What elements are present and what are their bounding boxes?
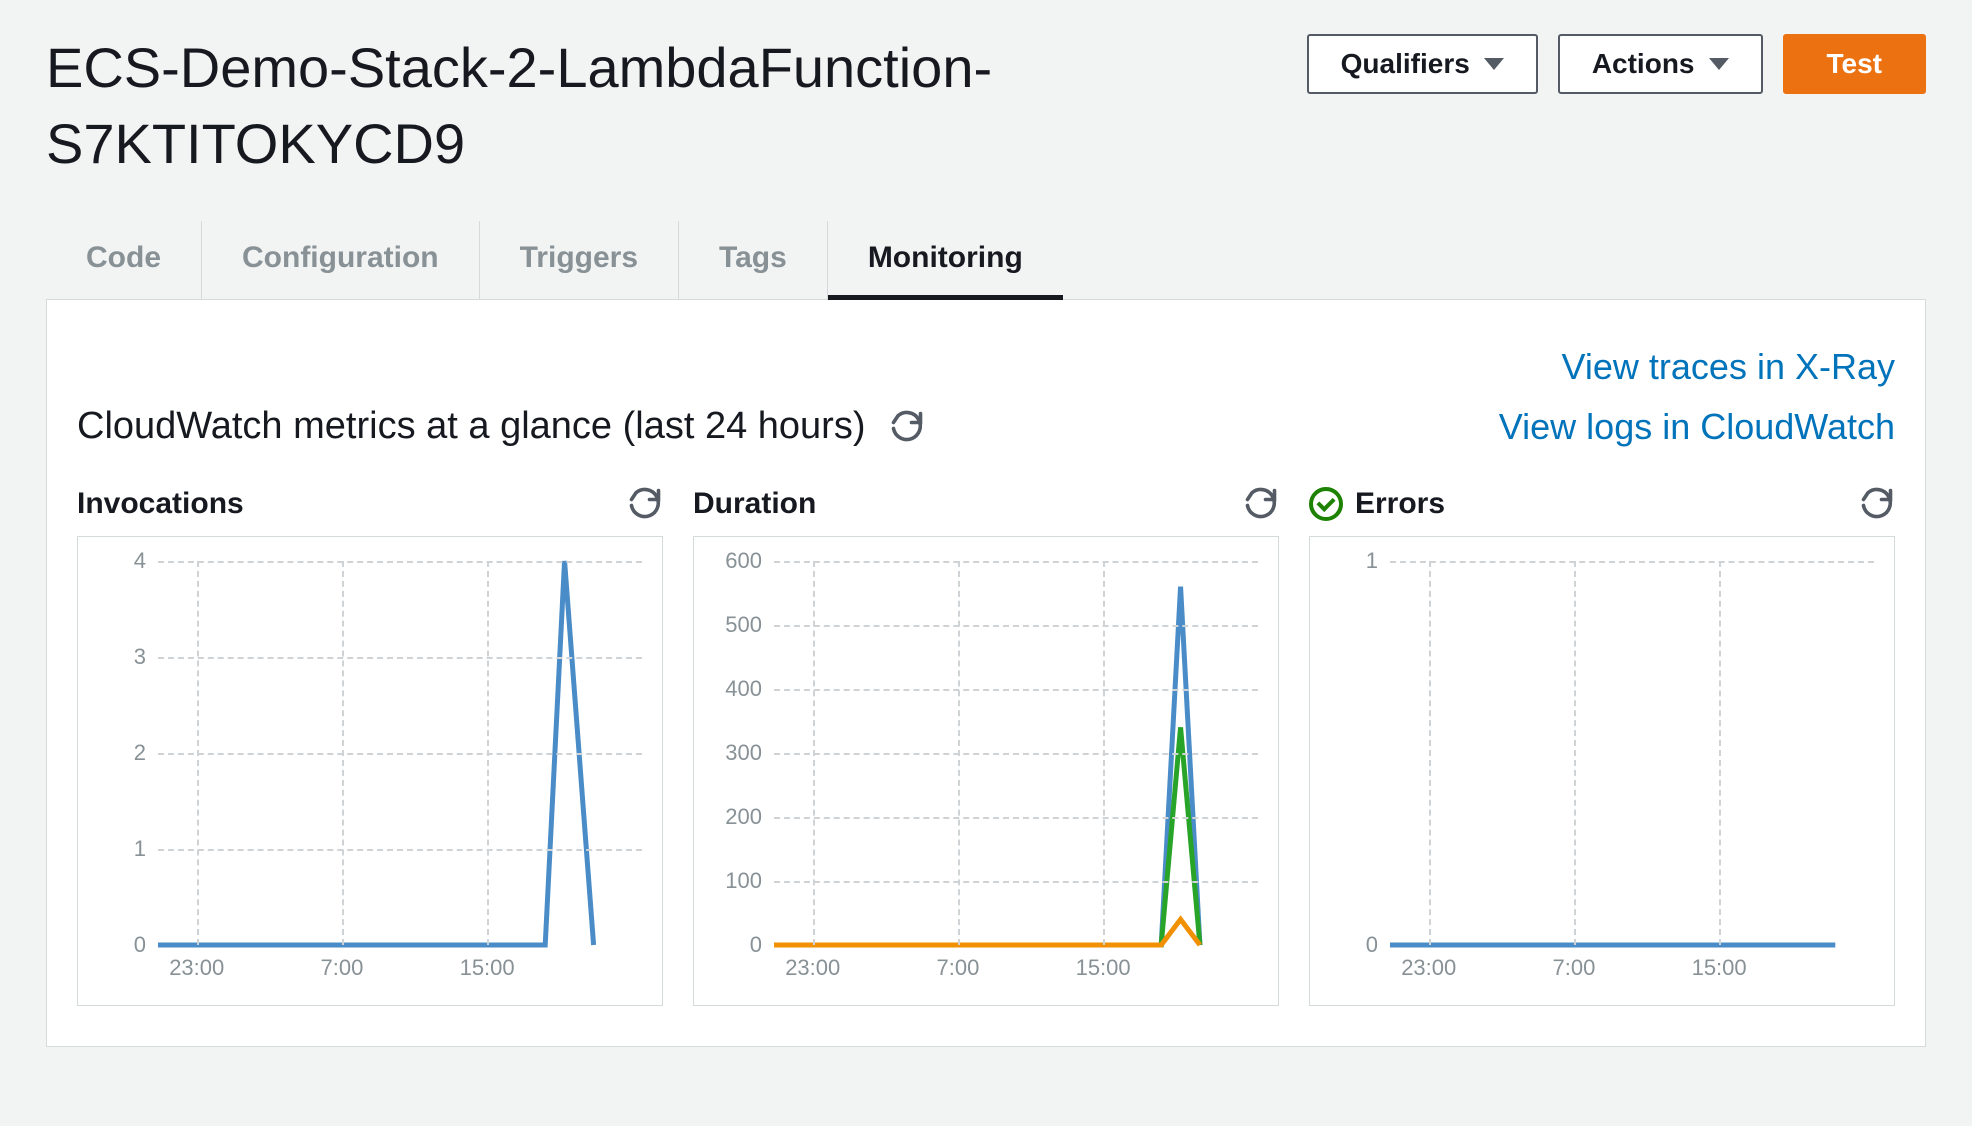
chart-title: Invocations — [77, 487, 244, 521]
y-tick: 0 — [134, 932, 146, 958]
x-tick: 23:00 — [785, 955, 840, 981]
tabs: CodeConfigurationTriggersTagsMonitoring — [46, 221, 1926, 300]
y-tick: 4 — [134, 548, 146, 574]
x-tick: 15:00 — [1076, 955, 1131, 981]
test-label: Test — [1827, 48, 1883, 80]
header-actions: Qualifiers Actions Test — [1307, 30, 1926, 94]
qualifiers-label: Qualifiers — [1341, 48, 1470, 80]
series-max — [774, 587, 1200, 945]
caret-down-icon — [1709, 58, 1729, 70]
y-tick: 3 — [134, 644, 146, 670]
x-tick: 23:00 — [169, 955, 224, 981]
x-tick: 7:00 — [1552, 955, 1595, 981]
xray-link[interactable]: View traces in X-Ray — [1562, 346, 1895, 388]
series-min — [774, 920, 1200, 946]
chart-plot-area: 0 100 200 300 400 500 600 23:00 7:00 15:00 — [693, 536, 1279, 1006]
y-tick: 0 — [750, 932, 762, 958]
y-tick: 0 — [1366, 932, 1378, 958]
y-tick: 600 — [725, 548, 762, 574]
y-tick: 200 — [725, 804, 762, 830]
chart-errors: Errors 0 1 23:00 7:00 15:00 — [1309, 486, 1895, 1006]
tab-monitoring[interactable]: Monitoring — [828, 221, 1063, 300]
x-tick: 15:00 — [1692, 955, 1747, 981]
cloudwatch-logs-link[interactable]: View logs in CloudWatch — [1499, 406, 1895, 448]
x-tick: 7:00 — [320, 955, 363, 981]
tab-configuration[interactable]: Configuration — [202, 221, 480, 300]
chart-invocations: Invocations 0 1 2 3 4 23:00 7:00 15:00 — [77, 486, 663, 1006]
y-tick: 1 — [1366, 548, 1378, 574]
y-tick: 500 — [725, 612, 762, 638]
tab-triggers[interactable]: Triggers — [480, 221, 679, 300]
qualifiers-dropdown[interactable]: Qualifiers — [1307, 34, 1538, 94]
actions-label: Actions — [1592, 48, 1695, 80]
caret-down-icon — [1484, 58, 1504, 70]
section-heading: CloudWatch metrics at a glance (last 24 … — [77, 405, 865, 448]
chart-title: Errors — [1355, 487, 1445, 521]
y-tick: 300 — [725, 740, 762, 766]
x-tick: 7:00 — [936, 955, 979, 981]
chart-plot-area: 0 1 2 3 4 23:00 7:00 15:00 — [77, 536, 663, 1006]
refresh-icon[interactable] — [1243, 486, 1279, 522]
test-button[interactable]: Test — [1783, 34, 1927, 94]
chart-duration: Duration 0 100 200 300 400 500 600 23:00 7:00 15:0… — [693, 486, 1279, 1006]
tab-tags[interactable]: Tags — [679, 221, 828, 300]
series-avg — [774, 728, 1200, 946]
y-tick: 1 — [134, 836, 146, 862]
x-tick: 23:00 — [1401, 955, 1456, 981]
status-ok-icon — [1309, 487, 1343, 521]
charts-row: Invocations 0 1 2 3 4 23:00 7:00 15:00 Duration 0 1… — [77, 486, 1895, 1006]
refresh-icon[interactable] — [889, 409, 925, 445]
y-tick: 400 — [725, 676, 762, 702]
refresh-icon[interactable] — [1859, 486, 1895, 522]
y-tick: 100 — [725, 868, 762, 894]
x-tick: 15:00 — [460, 955, 515, 981]
chart-plot-area: 0 1 23:00 7:00 15:00 — [1309, 536, 1895, 1006]
actions-dropdown[interactable]: Actions — [1558, 34, 1763, 94]
y-tick: 2 — [134, 740, 146, 766]
monitoring-panel: CloudWatch metrics at a glance (last 24 … — [46, 299, 1926, 1047]
tab-code[interactable]: Code — [46, 221, 202, 300]
refresh-icon[interactable] — [627, 486, 663, 522]
page-title: ECS-Demo-Stack-2-LambdaFunction-S7KTITOK… — [46, 30, 1046, 181]
chart-title: Duration — [693, 487, 816, 521]
